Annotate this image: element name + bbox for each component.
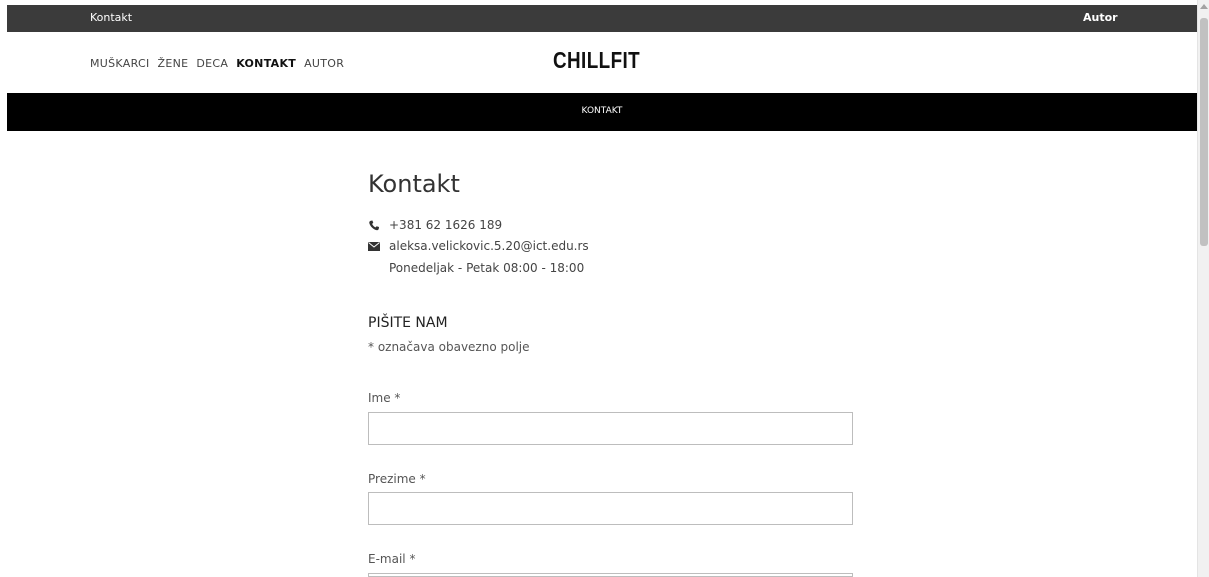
last-name-label: Prezime * <box>368 472 426 486</box>
topbar-kontakt-link[interactable]: Kontakt <box>90 11 132 24</box>
first-name-input[interactable] <box>368 412 853 445</box>
page-title: Kontakt <box>368 170 460 198</box>
nav-item-autor[interactable]: AUTOR <box>304 57 344 70</box>
banner-label: KONTAKT <box>581 106 623 116</box>
email-input[interactable] <box>368 573 853 577</box>
first-name-label: Ime * <box>368 391 401 405</box>
nav-item-muskarci[interactable]: MUŠKARCI <box>90 57 150 70</box>
scroll-thumb[interactable] <box>1200 18 1208 246</box>
top-bar: Kontakt Autor <box>7 5 1197 32</box>
nav-item-kontakt[interactable]: KONTAKT <box>236 57 296 70</box>
nav-item-deca[interactable]: DECA <box>196 57 228 70</box>
scroll-up-arrow-icon[interactable] <box>1200 4 1208 9</box>
contact-content: Kontakt <box>368 170 854 198</box>
email-address[interactable]: aleksa.velickovic.5.20@ict.edu.rs <box>389 239 589 253</box>
email-label: E-mail * <box>368 552 416 566</box>
required-note: * označava obavezno polje <box>368 340 530 354</box>
working-hours: Ponedeljak - Petak 08:00 - 18:00 <box>389 261 585 275</box>
form-title: PIŠITE NAM <box>368 315 448 331</box>
last-name-input[interactable] <box>368 492 853 525</box>
page-banner: KONTAKT <box>7 93 1197 131</box>
vertical-scrollbar[interactable] <box>1197 0 1209 577</box>
site-logo[interactable]: CHILLFIT <box>553 47 640 74</box>
main-nav: MUŠKARCI ŽENE DECA KONTAKT AUTOR <box>90 57 344 70</box>
topbar-autor-link[interactable]: Autor <box>1083 11 1118 24</box>
phone-number: +381 62 1626 189 <box>389 218 503 232</box>
nav-item-zene[interactable]: ŽENE <box>158 57 189 70</box>
envelope-icon <box>368 242 380 251</box>
phone-icon <box>369 220 380 231</box>
